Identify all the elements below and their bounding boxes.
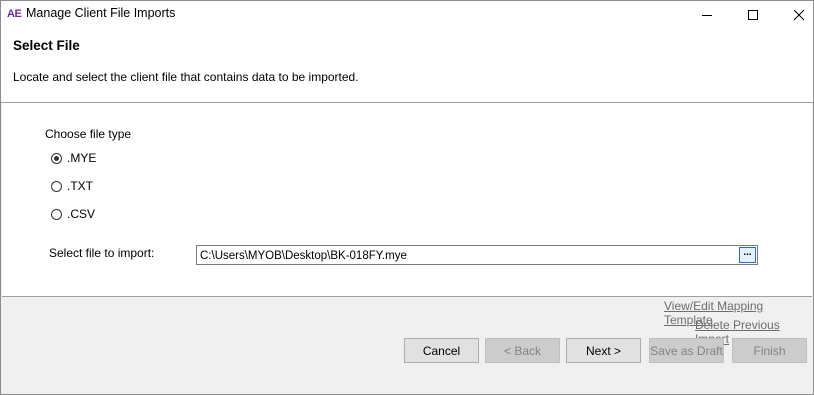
page-description: Locate and select the client file that c… [13, 70, 359, 84]
app-logo: AE [7, 8, 22, 20]
minimize-button[interactable] [684, 1, 730, 28]
finish-button[interactable]: Finish [732, 338, 807, 363]
page-title: Select File [13, 38, 80, 53]
radio-csv[interactable]: .CSV [51, 207, 95, 221]
wizard-header: Select File Locate and select the client… [1, 28, 813, 103]
radio-mye[interactable]: .MYE [51, 151, 96, 165]
select-file-label: Select file to import: [49, 246, 155, 260]
radio-csv-label: .CSV [67, 207, 96, 221]
radio-unchecked-icon[interactable] [51, 180, 62, 192]
cancel-button[interactable]: Cancel [404, 338, 479, 363]
wizard-content: Choose file type .MYE .TXT .CSV Select f… [2, 103, 812, 297]
file-type-label: Choose file type [45, 127, 132, 141]
next-button[interactable]: Next > [566, 338, 641, 363]
manage-client-file-imports-window: AE Manage Client File Imports Select Fil… [0, 0, 814, 395]
maximize-icon [748, 9, 758, 20]
radio-txt-label: .TXT [67, 179, 93, 193]
back-button[interactable]: < Back [485, 338, 560, 363]
radio-mye-label: .MYE [67, 151, 97, 165]
close-icon [793, 9, 805, 20]
save-as-draft-button[interactable]: Save as Draft [649, 338, 724, 363]
browse-button[interactable]: ... [739, 247, 756, 263]
minimize-icon [702, 14, 712, 16]
radio-txt[interactable]: .TXT [51, 179, 93, 193]
file-path-input[interactable] [196, 245, 758, 265]
maximize-button[interactable] [730, 1, 776, 28]
window-title: Manage Client File Imports [26, 6, 176, 20]
close-button[interactable] [776, 1, 814, 28]
radio-checked-icon[interactable] [51, 152, 62, 164]
title-bar[interactable]: AE Manage Client File Imports [1, 1, 813, 28]
radio-unchecked-icon[interactable] [51, 208, 62, 220]
